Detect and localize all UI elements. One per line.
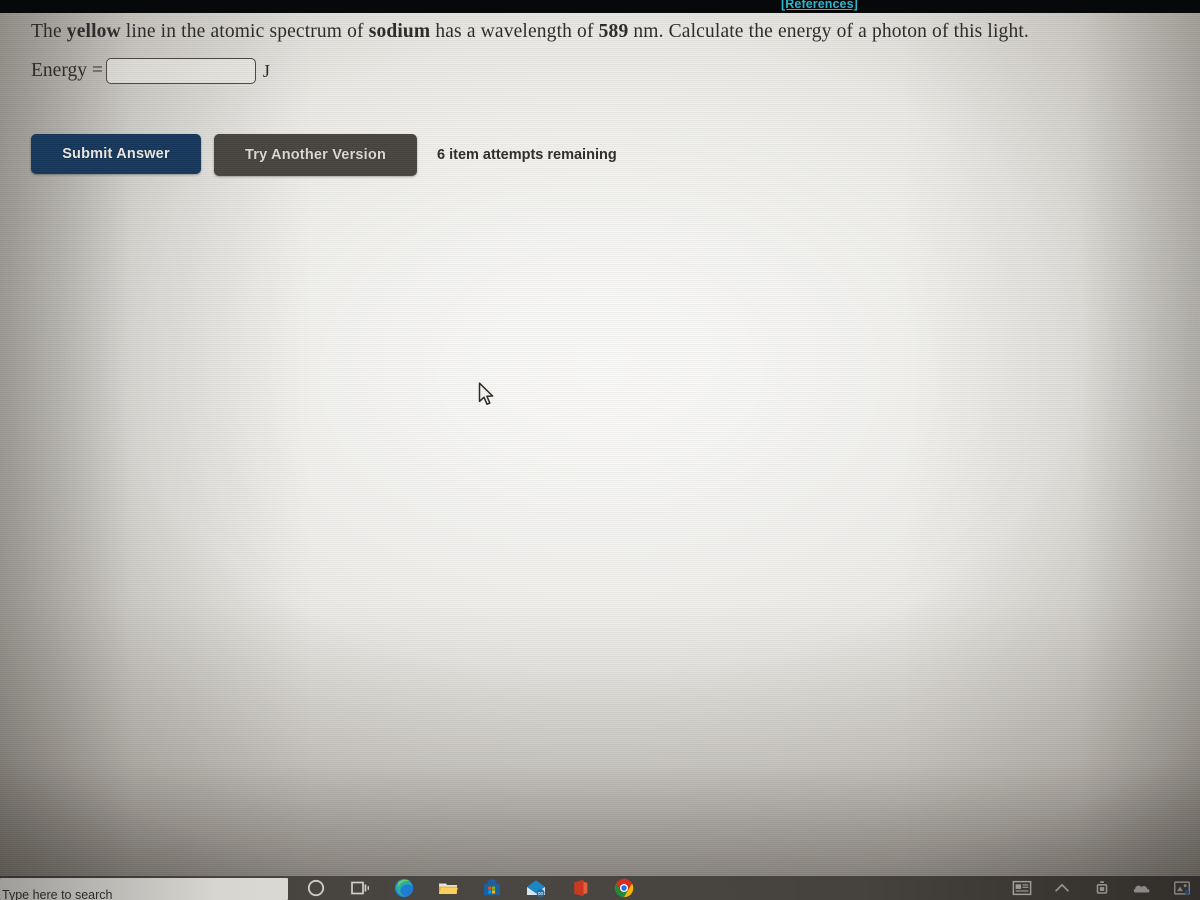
question-mid-1: line in the atomic spectrum of bbox=[120, 21, 369, 42]
references-link[interactable]: [References] bbox=[781, 0, 858, 11]
action-center-icon[interactable] bbox=[1172, 879, 1192, 897]
onedrive-cloud-icon[interactable] bbox=[1132, 879, 1152, 897]
question-suffix: nm. Calculate the energy of a photon of … bbox=[628, 21, 1029, 42]
energy-label: Energy = bbox=[31, 60, 103, 81]
submit-answer-button[interactable]: Submit Answer bbox=[31, 133, 201, 174]
browser-top-dark-bar bbox=[0, 0, 1200, 13]
device-icon[interactable] bbox=[1092, 879, 1112, 897]
windows-taskbar: Type here to search oo bbox=[0, 876, 1200, 900]
question-statement: The yellow line in the atomic spectrum o… bbox=[31, 19, 1081, 45]
screenshot-root: [References] The yellow line in the atom… bbox=[0, 0, 1200, 900]
browser-page: The yellow line in the atomic spectrum o… bbox=[0, 13, 1200, 876]
energy-unit-label: J bbox=[262, 60, 270, 81]
question-bold-yellow: yellow bbox=[66, 21, 121, 42]
question-bold-sodium: sodium bbox=[368, 21, 431, 42]
question-bold-wavelength: 589 bbox=[598, 21, 629, 42]
file-explorer-icon[interactable] bbox=[437, 877, 459, 899]
question-mid-2: has a wavelength of bbox=[430, 21, 599, 42]
show-hidden-icons-chevron-icon[interactable] bbox=[1052, 879, 1072, 897]
energy-input[interactable] bbox=[105, 58, 256, 84]
page-content: The yellow line in the atomic spectrum o… bbox=[0, 13, 1200, 876]
taskbar-icon-strip: oo bbox=[305, 876, 635, 900]
system-tray bbox=[1012, 876, 1192, 900]
answer-row: Energy = J bbox=[31, 58, 270, 84]
try-another-version-button[interactable]: Try Another Version bbox=[214, 134, 417, 176]
edge-icon[interactable] bbox=[393, 877, 415, 899]
office-icon[interactable] bbox=[569, 877, 591, 899]
cortana-icon[interactable] bbox=[305, 877, 327, 899]
taskbar-search-box[interactable]: Type here to search bbox=[0, 878, 288, 900]
taskbar-search-placeholder: Type here to search bbox=[2, 888, 113, 900]
svg-text:oo: oo bbox=[538, 891, 544, 897]
attempts-remaining-text: 6 item attempts remaining bbox=[437, 146, 617, 163]
mail-icon[interactable]: oo bbox=[525, 877, 547, 899]
microsoft-store-icon[interactable] bbox=[481, 877, 503, 899]
chrome-icon[interactable] bbox=[613, 877, 635, 899]
news-and-interests-icon[interactable] bbox=[1012, 879, 1032, 897]
question-prefix: The bbox=[31, 21, 67, 42]
action-button-row: Submit Answer Try Another Version 6 item… bbox=[31, 131, 617, 176]
task-view-icon[interactable] bbox=[349, 877, 371, 899]
